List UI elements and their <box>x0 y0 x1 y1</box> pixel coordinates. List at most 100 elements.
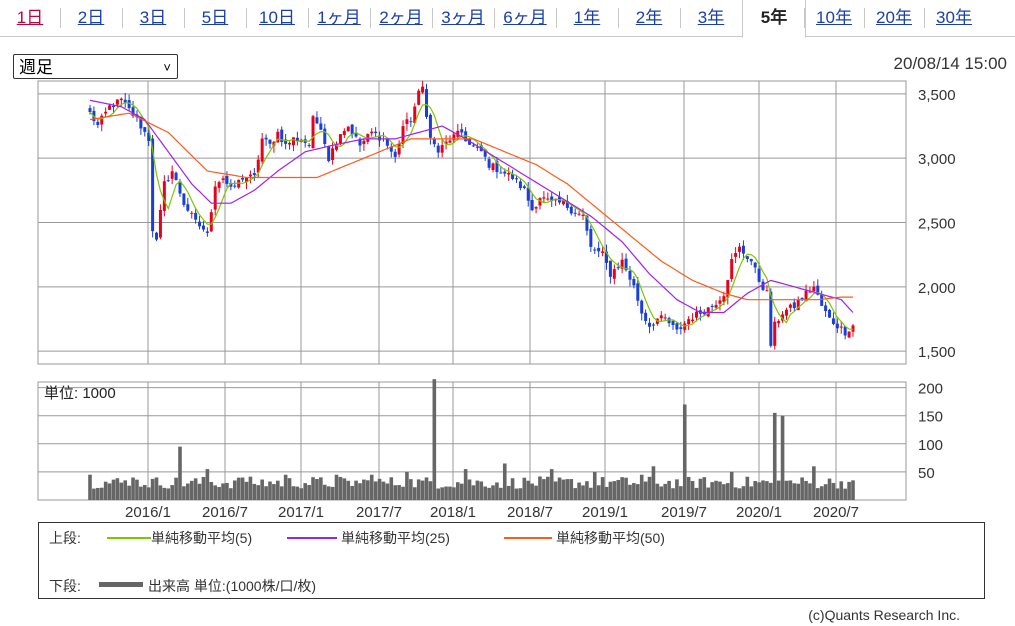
volume-bar <box>741 486 746 500</box>
volume-bar <box>682 404 687 500</box>
volume-bar <box>252 483 257 500</box>
candle-body <box>108 105 112 110</box>
volume-bar <box>546 476 550 500</box>
candle-body <box>616 267 620 269</box>
volume-bar <box>99 487 104 500</box>
candle-body <box>514 178 518 180</box>
candle-body <box>233 185 237 187</box>
volume-bar <box>518 488 523 500</box>
volume-bar <box>843 488 847 500</box>
volume-bar <box>322 484 327 500</box>
candle-body <box>370 131 374 134</box>
volume-bar <box>452 487 456 500</box>
volume-bar <box>765 481 769 500</box>
candle-body <box>694 311 698 318</box>
volume-bar <box>444 486 448 500</box>
volume-bar <box>749 486 754 500</box>
volume-bar <box>272 484 276 500</box>
candle-body <box>436 145 440 153</box>
volume-bar <box>456 482 460 500</box>
candle-body <box>213 186 217 210</box>
candle-body <box>393 151 397 157</box>
x-tick-label: 2018/7 <box>507 504 553 521</box>
volume-bar <box>589 487 593 500</box>
volume-bar <box>229 488 233 500</box>
candle-body <box>663 317 667 319</box>
price-tick-label: 2,500 <box>918 216 956 233</box>
volume-bar <box>679 486 683 500</box>
candle-body <box>119 98 123 101</box>
volume-bar <box>483 486 487 500</box>
candle-body <box>828 309 832 318</box>
candle-body <box>198 221 202 227</box>
volume-bar <box>710 482 714 500</box>
volume-bar <box>495 482 499 500</box>
candle-body <box>628 270 632 280</box>
volume-bar <box>166 488 171 500</box>
candle-body <box>460 129 464 133</box>
volume-bar <box>424 477 429 500</box>
candle-body <box>166 180 170 182</box>
volume-bar <box>514 488 519 500</box>
candle-body <box>252 173 256 176</box>
volume-bar <box>420 480 425 500</box>
candle-body <box>741 245 745 254</box>
candle-body <box>738 246 742 252</box>
candle-body <box>851 325 855 332</box>
volume-bar <box>311 477 315 500</box>
candle-body <box>644 312 648 321</box>
candle-body <box>714 304 718 308</box>
x-tick-label: 2016/1 <box>125 504 171 521</box>
volume-bar <box>158 485 163 500</box>
candle-body <box>824 305 828 312</box>
volume-bar <box>549 469 554 500</box>
volume-bar <box>471 485 476 500</box>
volume-bar <box>88 474 92 500</box>
price-tick-label: 3,500 <box>918 87 956 104</box>
candle-body <box>518 181 522 189</box>
volume-bar <box>757 482 761 500</box>
volume-bar <box>628 484 632 500</box>
volume-bar <box>248 476 253 500</box>
volume-bar <box>362 479 366 500</box>
candle-body <box>784 309 788 316</box>
volume-bar <box>299 488 304 500</box>
volume-bar <box>772 412 777 500</box>
candle-body <box>260 138 264 162</box>
volume-bar <box>808 483 812 500</box>
candle-body <box>788 304 792 308</box>
volume-bar <box>209 481 214 500</box>
candle-body <box>530 200 534 211</box>
candle-body <box>691 319 695 322</box>
volume-tick-label: 50 <box>918 465 935 482</box>
volume-bar <box>812 466 816 500</box>
volume-bar <box>260 479 264 500</box>
legend-lower-label: 下段: <box>49 578 81 594</box>
volume-bar <box>369 474 374 500</box>
candle-body <box>182 193 186 205</box>
volume-bar <box>784 480 789 500</box>
candle-body <box>651 324 655 326</box>
x-tick-label: 2020/7 <box>813 504 859 521</box>
volume-bar <box>338 476 343 500</box>
candle-body <box>115 99 119 105</box>
candle-body <box>753 262 757 268</box>
volume-bar <box>643 481 648 500</box>
volume-bar <box>718 481 722 500</box>
volume-bar <box>804 480 808 500</box>
volume-bar <box>667 480 671 500</box>
volume-bar <box>416 479 421 500</box>
volume-bar <box>851 480 855 500</box>
volume-bar <box>592 471 597 500</box>
volume-bar <box>714 480 718 500</box>
candle-body <box>507 172 511 175</box>
volume-bar <box>616 479 621 500</box>
candle-body <box>659 315 663 319</box>
volume-bar <box>377 478 382 500</box>
volume-bar <box>412 487 417 500</box>
volume-bar <box>244 481 249 500</box>
volume-bar <box>585 481 589 500</box>
volume-bar <box>671 488 675 500</box>
volume-bar <box>538 476 542 500</box>
volume-bar <box>432 379 437 500</box>
